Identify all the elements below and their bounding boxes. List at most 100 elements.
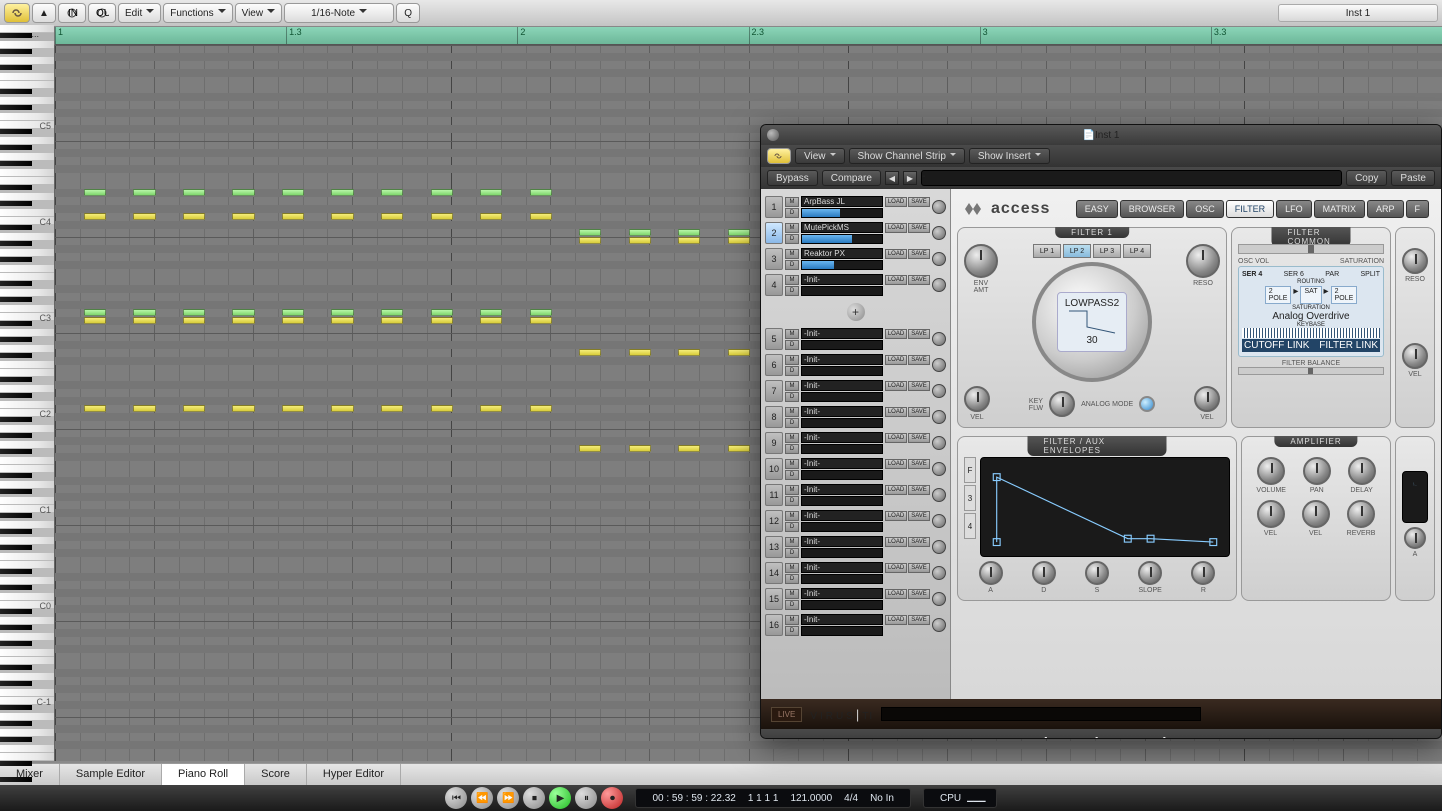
copy-button[interactable]: Copy [1346, 170, 1387, 186]
synth-tab-f[interactable]: F [1406, 200, 1430, 218]
patch-name[interactable]: -Init- [801, 458, 883, 469]
white-key[interactable] [0, 169, 54, 177]
midi-note[interactable] [183, 213, 205, 220]
midi-note[interactable] [183, 405, 205, 412]
routing-mode[interactable]: SER 4 [1242, 271, 1262, 278]
midi-note[interactable] [530, 317, 552, 324]
patch-name[interactable]: -Init- [801, 562, 883, 573]
midi-note[interactable] [629, 237, 651, 244]
black-key[interactable] [0, 433, 32, 438]
amp-env-display[interactable] [1402, 471, 1428, 523]
solo-button[interactable]: D [785, 496, 799, 506]
patch-number[interactable]: 2 [765, 222, 783, 244]
load-button[interactable]: LOAD [885, 433, 907, 443]
white-key[interactable] [0, 265, 54, 273]
paste-button[interactable]: Paste [1391, 170, 1435, 186]
mute-button[interactable]: M [785, 485, 799, 495]
save-button[interactable]: SAVE [908, 407, 930, 417]
record-button[interactable]: ⏺ [601, 787, 623, 809]
solo-button[interactable]: D [785, 418, 799, 428]
black-key[interactable] [0, 473, 32, 478]
bypass-button[interactable]: Bypass [767, 170, 818, 186]
balance-slider[interactable] [1238, 367, 1384, 375]
patch-row[interactable]: 11MD-Init-LOADSAVE [765, 483, 946, 507]
black-key[interactable] [0, 377, 32, 382]
analog-mode-toggle[interactable] [1139, 396, 1155, 412]
patch-number[interactable]: 13 [765, 536, 783, 558]
patch-pan-knob[interactable] [932, 410, 946, 424]
patch-number[interactable]: 11 [765, 484, 783, 506]
solo-button[interactable]: D [785, 234, 799, 244]
patch-pan-knob[interactable] [932, 278, 946, 292]
load-button[interactable]: LOAD [885, 407, 907, 417]
black-key[interactable] [0, 489, 32, 494]
pause-button[interactable]: ⏸ [575, 787, 597, 809]
white-key[interactable] [0, 81, 54, 89]
patch-row[interactable]: 3MDReaktor PXLOADSAVE [765, 247, 946, 271]
midi-note[interactable] [84, 213, 106, 220]
mute-button[interactable]: M [785, 563, 799, 573]
midi-note[interactable] [431, 189, 453, 196]
white-key[interactable] [0, 209, 54, 217]
patch-level-slider[interactable] [801, 234, 883, 244]
compare-button[interactable]: Compare [822, 170, 881, 186]
white-key[interactable] [0, 481, 54, 489]
midi-note[interactable] [84, 189, 106, 196]
stop-button[interactable]: ⏹ [523, 787, 545, 809]
sat-button[interactable]: SAT [1300, 286, 1321, 304]
white-key[interactable] [0, 177, 54, 185]
mute-button[interactable]: M [785, 433, 799, 443]
solo-button[interactable]: D [785, 208, 799, 218]
synth-tab-osc[interactable]: OSC [1186, 200, 1224, 218]
white-key[interactable] [0, 465, 54, 473]
routing-mode[interactable]: SPLIT [1361, 271, 1380, 278]
midi-note[interactable] [183, 189, 205, 196]
filter-mode-button[interactable]: LP 1 [1033, 244, 1061, 258]
patch-name[interactable]: -Init- [801, 380, 883, 391]
patch-level-slider[interactable] [801, 626, 883, 636]
load-button[interactable]: LOAD [885, 511, 907, 521]
cutoff-link-button[interactable]: CUTOFF LINK [1244, 340, 1309, 351]
black-key[interactable] [0, 65, 32, 70]
tab-piano-roll[interactable]: Piano Roll [162, 764, 245, 785]
black-key[interactable] [0, 257, 32, 262]
solo-button[interactable]: D [785, 522, 799, 532]
midi-note[interactable] [331, 317, 353, 324]
patch-pan-knob[interactable] [932, 514, 946, 528]
white-key[interactable] [0, 729, 54, 737]
midi-note[interactable] [232, 405, 254, 412]
save-button[interactable]: SAVE [908, 433, 930, 443]
piano-keyboard[interactable]: C5C4C3C2C1C0C-1 [0, 45, 55, 761]
patch-number[interactable]: 15 [765, 588, 783, 610]
env-select-button[interactable]: F [964, 457, 976, 483]
solo-button[interactable]: D [785, 470, 799, 480]
black-key[interactable] [0, 145, 32, 150]
keyfollow-knob[interactable] [1049, 391, 1075, 417]
solo-button[interactable]: D [785, 340, 799, 350]
black-key[interactable] [0, 33, 32, 38]
play-button[interactable]: ▶ [549, 787, 571, 809]
patch-name[interactable]: -Init- [801, 588, 883, 599]
save-button[interactable]: SAVE [908, 589, 930, 599]
mute-button[interactable]: M [785, 223, 799, 233]
routing-mode[interactable]: SER 6 [1284, 271, 1304, 278]
amp-knob-delay[interactable]: DELAY [1348, 457, 1376, 494]
synth-tab-easy[interactable]: EASY [1076, 200, 1118, 218]
amp-knob-vel[interactable]: VEL [1257, 500, 1285, 537]
black-key[interactable] [0, 665, 32, 670]
white-key[interactable] [0, 361, 54, 369]
midi-note[interactable] [84, 317, 106, 324]
black-key[interactable] [0, 129, 32, 134]
midi-note[interactable] [728, 237, 750, 244]
midi-note[interactable] [728, 349, 750, 356]
patch-level-slider[interactable] [801, 260, 883, 270]
show-insert[interactable]: Show Insert [969, 148, 1050, 164]
midi-note[interactable] [431, 317, 453, 324]
pole-1-button[interactable]: 2 POLE [1265, 286, 1292, 304]
patch-level-slider[interactable] [801, 496, 883, 506]
midi-note[interactable] [232, 317, 254, 324]
reso-knob[interactable]: RESO [1186, 244, 1220, 287]
black-key[interactable] [0, 625, 32, 630]
black-key[interactable] [0, 49, 32, 54]
save-button[interactable]: SAVE [908, 563, 930, 573]
